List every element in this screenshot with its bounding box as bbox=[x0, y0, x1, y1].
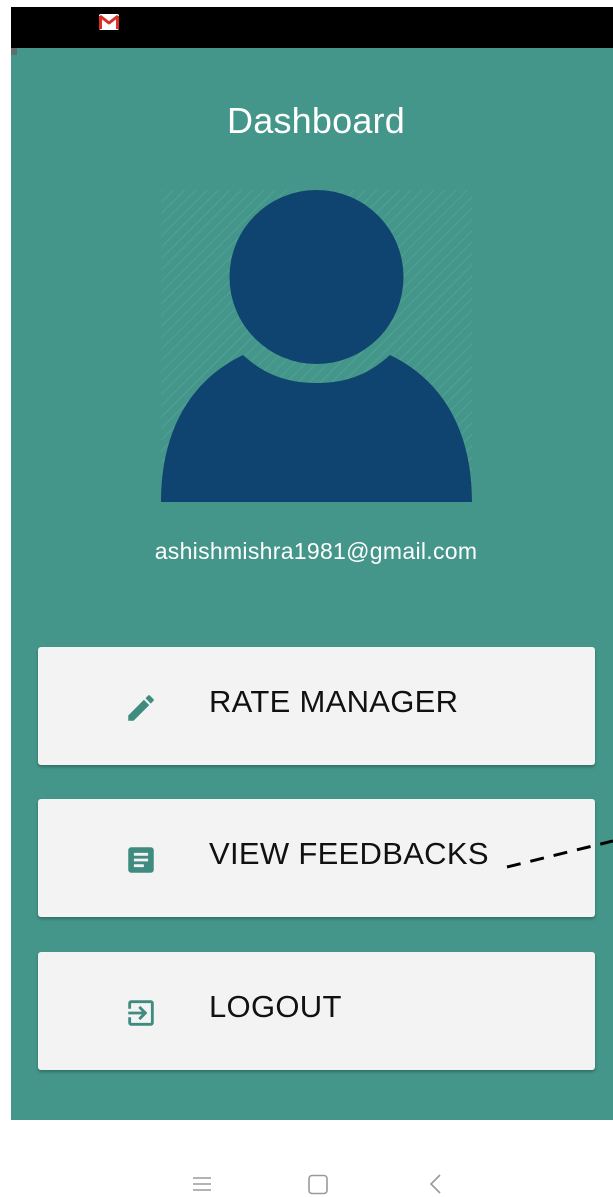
document-icon bbox=[128, 847, 154, 873]
back-icon[interactable] bbox=[424, 1172, 450, 1196]
home-icon[interactable] bbox=[305, 1172, 331, 1196]
user-email: ashishmishra1981@gmail.com bbox=[154, 538, 478, 564]
rate-manager-label: RATE MANAGER bbox=[209, 684, 459, 719]
menu-icon[interactable] bbox=[189, 1172, 215, 1196]
rate-manager-button[interactable]: RATE MANAGER bbox=[38, 647, 595, 765]
page-title: Dashboard bbox=[227, 100, 405, 141]
dashed-pointer-line bbox=[506, 839, 613, 869]
logout-label: LOGOUT bbox=[209, 989, 342, 1024]
gmail-icon bbox=[99, 14, 119, 30]
logout-icon bbox=[128, 1000, 154, 1026]
person-icon bbox=[161, 190, 472, 502]
view-feedbacks-label: VIEW FEEDBACKS bbox=[209, 836, 489, 871]
logout-button[interactable]: LOGOUT bbox=[38, 952, 595, 1070]
edge-marker bbox=[11, 48, 17, 55]
pencil-icon bbox=[128, 695, 154, 721]
